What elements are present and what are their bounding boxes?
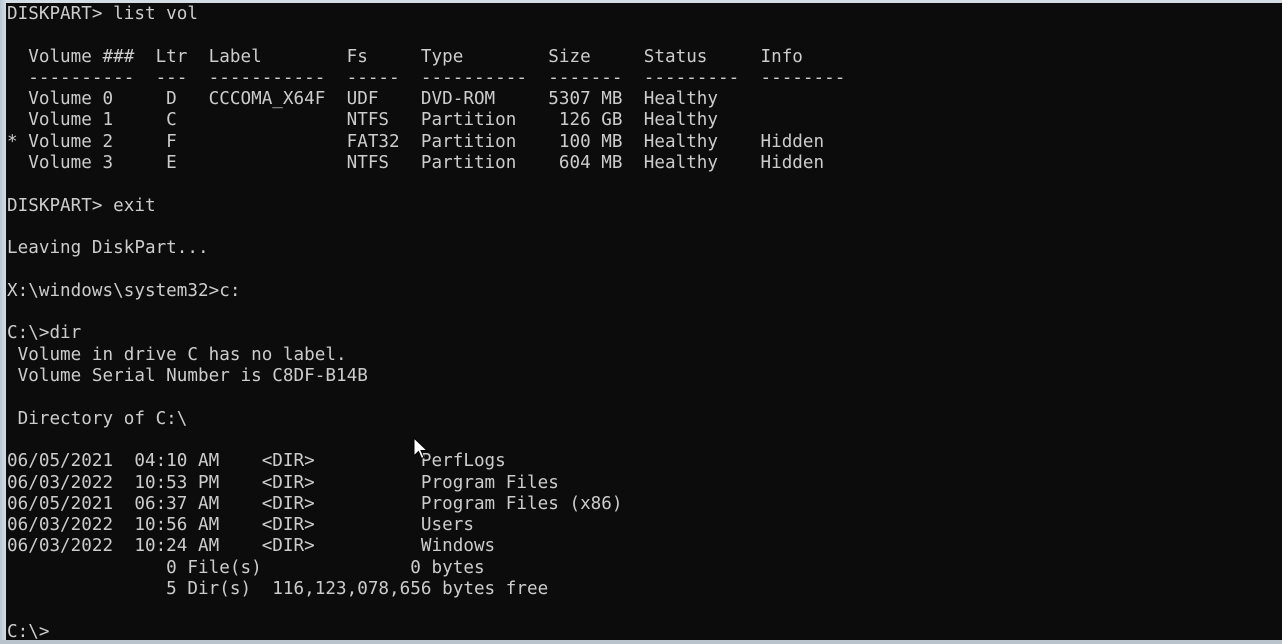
dir-entry-row: 06/03/2022 10:24 AM <DIR> Windows: [7, 536, 496, 557]
command-prompt-window[interactable]: DISKPART> list vol Volume ### Ltr Label …: [6, 3, 1282, 640]
dir-entry-row: 06/03/2022 10:53 PM <DIR> Program Files: [7, 472, 559, 493]
volume-serial-number: Volume Serial Number is C8DF-B14B: [7, 366, 368, 387]
volume-row: Volume 3 E NTFS Partition 604 MB Healthy…: [7, 153, 825, 174]
leaving-diskpart-message: Leaving DiskPart...: [7, 238, 209, 259]
dir-entry-row: 06/05/2021 06:37 AM <DIR> Program Files …: [7, 493, 623, 514]
dir-command: C:\>dir: [7, 323, 82, 344]
diskpart-exit-command: DISKPART> exit: [7, 195, 156, 216]
volume-table-header: Volume ### Ltr Label Fs Type Size Status…: [7, 46, 803, 67]
command-prompt-input[interactable]: C:\>: [7, 622, 845, 640]
volume-row: Volume 1 C NTFS Partition 126 GB Healthy: [7, 110, 719, 131]
dir-entry-row: 06/05/2021 04:10 AM <DIR> PerfLogs: [7, 451, 506, 472]
change-drive-command: X:\windows\system32>c:: [7, 280, 241, 301]
file-count-summary: 0 File(s) 0 bytes: [7, 557, 485, 578]
dir-count-summary: 5 Dir(s) 116,123,078,656 bytes free: [7, 579, 549, 600]
directory-of-heading: Directory of C:\: [7, 408, 188, 429]
volume-row-selected: * Volume 2 F FAT32 Partition 100 MB Heal…: [7, 131, 825, 152]
window-bottom-border: [0, 640, 1282, 644]
volume-label-info: Volume in drive C has no label.: [7, 344, 347, 365]
volume-row: Volume 0 D CCCOMA_X64F UDF DVD-ROM 5307 …: [7, 89, 719, 110]
console-output[interactable]: DISKPART> list vol Volume ### Ltr Label …: [7, 4, 845, 640]
diskpart-list-vol-command: DISKPART> list vol: [7, 4, 199, 24]
volume-table-separator: ---------- --- ----------- ----- -------…: [7, 67, 846, 88]
dir-entry-row: 06/03/2022 10:56 AM <DIR> Users: [7, 515, 474, 536]
